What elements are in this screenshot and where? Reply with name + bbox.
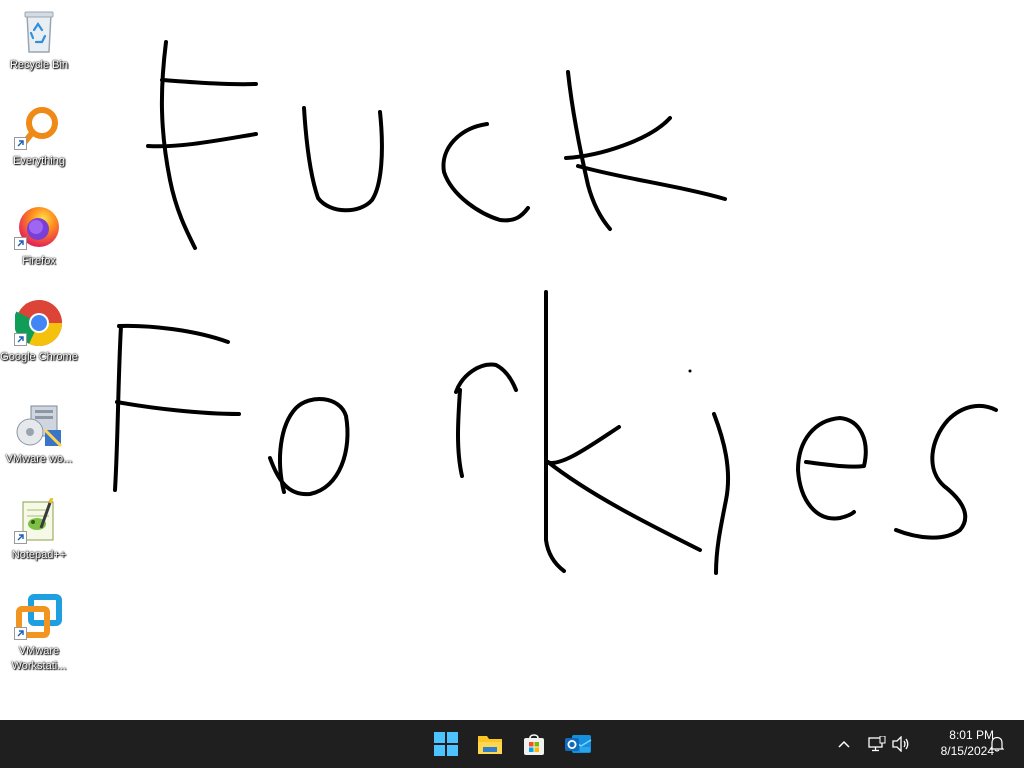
desktop-icon-label: Firefox [22,255,56,267]
folder-icon [478,736,502,754]
everything-search-icon [14,102,64,152]
desktop-icon-label: Everything [13,155,65,167]
firefox-icon [14,202,64,252]
clock[interactable]: 8:01 PM 8/15/2024 [918,727,994,759]
desktop-icon-label: Notepad++ [11,549,67,561]
desktop-icon-vmware-installer[interactable]: VMware wo... [0,400,78,467]
shortcut-arrow-icon [14,333,27,346]
show-hidden-icons-button[interactable] [834,732,854,756]
network-button[interactable] [866,732,888,756]
chrome-icon [14,298,64,348]
desktop-icon-firefox[interactable]: Firefox [0,202,78,269]
chevron-up-icon [838,740,850,748]
vmware-installer-icon [14,400,64,450]
volume-button[interactable] [890,732,912,756]
recycle-bin-icon [14,6,64,56]
shortcut-arrow-icon [14,627,27,640]
shortcut-arrow-icon [14,137,27,150]
speaker-icon [892,736,909,752]
file-explorer-button[interactable] [472,726,508,762]
taskbar: 8:01 PM 8/15/2024 [0,720,1024,768]
desktop-icon-recycle-bin[interactable]: Recycle Bin [0,6,78,73]
desktop-icon-everything[interactable]: Everything [0,102,78,169]
desktop-icon-label: Recycle Bin [9,59,69,71]
desktop-icon-vmware-workstation[interactable]: VMware Workstati... [0,592,78,674]
microsoft-store-button[interactable] [516,726,552,762]
outlook-button[interactable] [560,726,596,762]
store-icon [524,734,544,755]
outlook-icon [565,735,592,753]
clock-time: 8:01 PM [949,728,994,742]
desktop-icon-label: VMware Workstati... [11,645,67,672]
hand-drawn-text [113,40,998,575]
desktop[interactable]: Recycle Bin Everything Firefox Google Ch… [0,0,1024,720]
desktop-icon-label: Google Chrome [0,351,78,363]
desktop-icon-google-chrome[interactable]: Google Chrome [0,298,78,365]
bell-icon [990,736,1004,752]
shortcut-arrow-icon [14,237,27,250]
desktop-icon-label: VMware wo... [5,453,73,465]
vmware-workstation-icon [14,592,64,642]
start-button[interactable] [428,726,464,762]
notifications-button[interactable] [986,732,1008,756]
desktop-icon-notepadpp[interactable]: Notepad++ [0,496,78,563]
clock-date: 8/15/2024 [940,744,994,758]
network-icon [868,736,886,752]
windows-logo-icon [434,732,458,756]
shortcut-arrow-icon [14,531,27,544]
notepadpp-icon [14,496,64,546]
